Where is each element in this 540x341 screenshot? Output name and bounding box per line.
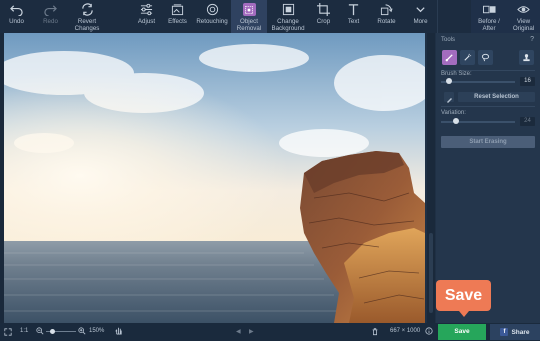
facebook-icon: f (500, 328, 509, 336)
hand-icon[interactable] (114, 326, 123, 337)
adjust-button[interactable]: Adjust (131, 0, 162, 33)
magic-wand-icon (464, 53, 472, 61)
variation-label: Variation: (441, 110, 466, 116)
scrollbar-thumb[interactable] (429, 233, 433, 313)
view-original-label-2: Original (512, 25, 535, 32)
chevron-down-icon (416, 7, 425, 13)
more-button[interactable]: More (404, 0, 437, 33)
change-background-button[interactable]: Change Background (267, 0, 309, 33)
effects-button[interactable]: Effects (162, 0, 193, 33)
object-removal-button[interactable]: Object Removal (231, 0, 267, 33)
brush-size-input[interactable]: 16 (520, 77, 535, 86)
text-label: Text (347, 18, 360, 25)
rotate-icon (380, 4, 393, 16)
variation-knob[interactable] (453, 118, 459, 124)
change-background-icon (282, 3, 294, 16)
eye-icon (517, 6, 530, 13)
brush-size-slider[interactable] (441, 78, 515, 84)
variation-slider[interactable] (441, 118, 515, 124)
save-tooltip: Save (436, 280, 491, 317)
object-removal-label-2: Removal (236, 25, 262, 32)
redo-button[interactable]: Redo (33, 0, 68, 33)
photo-canvas[interactable] (4, 33, 425, 323)
effects-label: Effects (168, 18, 187, 25)
share-button[interactable]: f Share (490, 324, 540, 340)
retouching-label: Retouching (196, 18, 228, 25)
brush-size-label: Brush Size: (441, 71, 472, 77)
text-icon (348, 4, 359, 16)
brush-tool[interactable] (442, 50, 457, 65)
before-after-label-2: After (482, 25, 496, 32)
retouching-icon (206, 3, 218, 16)
reset-selection-button[interactable]: Reset Selection (458, 92, 535, 102)
tools-heading: Tools (441, 37, 456, 43)
object-removal-icon (245, 5, 253, 14)
stamp-tool[interactable] (519, 50, 534, 65)
photo-coastal-rocks (4, 33, 425, 323)
start-erasing-button[interactable]: Start Erasing (441, 136, 535, 148)
top-toolbar: Undo Redo Revert Changes Adjust Effects … (0, 0, 540, 33)
vertical-scrollbar[interactable] (427, 33, 435, 323)
before-after-button[interactable]: Before / After (471, 0, 507, 33)
retouching-button[interactable]: Retouching (193, 0, 231, 33)
brush-icon (445, 54, 453, 62)
undo-button[interactable]: Undo (0, 0, 33, 33)
info-icon[interactable] (425, 327, 433, 337)
zoom-level: 150% (89, 328, 105, 334)
view-original-button[interactable]: View Original (507, 0, 540, 33)
more-label: More (413, 18, 428, 25)
redo-label: Redo (43, 18, 58, 25)
next-image-icon[interactable]: ▶ (249, 328, 254, 335)
crop-icon (317, 3, 330, 16)
change-background-label-2: Background (271, 25, 305, 32)
revert-label-2: Changes (74, 25, 100, 32)
object-removal-label-1: Object (240, 18, 258, 25)
revert-label-1: Revert (77, 18, 97, 25)
save-button[interactable]: Save (438, 324, 486, 340)
magic-wand-tool[interactable] (460, 50, 475, 65)
crop-button[interactable]: Crop (309, 0, 338, 33)
help-icon[interactable]: ? (530, 36, 534, 43)
actual-size-button[interactable]: 1:1 (20, 328, 28, 334)
stamp-icon (523, 54, 530, 62)
variation-input[interactable]: 24 (520, 117, 535, 126)
revert-icon (81, 3, 93, 16)
lasso-icon (481, 53, 490, 62)
before-after-icon (482, 5, 496, 14)
text-button[interactable]: Text (338, 0, 369, 33)
eraser-icon (447, 98, 452, 103)
zoom-out-icon[interactable] (36, 327, 44, 337)
brush-size-knob[interactable] (446, 78, 452, 84)
revert-changes-button[interactable]: Revert Changes (68, 0, 106, 33)
crop-label: Crop (316, 18, 331, 25)
before-after-label-1: Before / (478, 18, 500, 25)
fit-screen-icon[interactable] (4, 328, 12, 338)
zoom-knob[interactable] (50, 329, 55, 334)
share-label: Share (511, 328, 530, 336)
image-dimensions: 667 × 1000 (390, 328, 421, 334)
eraser-icon-button[interactable] (444, 92, 454, 103)
undo-label: Undo (9, 18, 24, 25)
prev-image-icon[interactable]: ◀ (236, 328, 241, 335)
undo-icon (10, 5, 23, 16)
redo-icon (44, 5, 57, 16)
rotate-label: Rotate (377, 18, 396, 25)
zoom-in-icon[interactable] (78, 327, 86, 337)
view-original-label-1: View (516, 18, 531, 25)
lasso-tool[interactable] (478, 50, 493, 65)
effects-icon (171, 4, 184, 16)
sliders-icon (140, 3, 153, 16)
trash-icon[interactable] (371, 327, 379, 338)
rotate-button[interactable]: Rotate (369, 0, 404, 33)
adjust-label: Adjust (137, 18, 156, 25)
change-background-label-1: Change (277, 18, 299, 25)
view-toggles: Before / After View Original (471, 0, 540, 33)
